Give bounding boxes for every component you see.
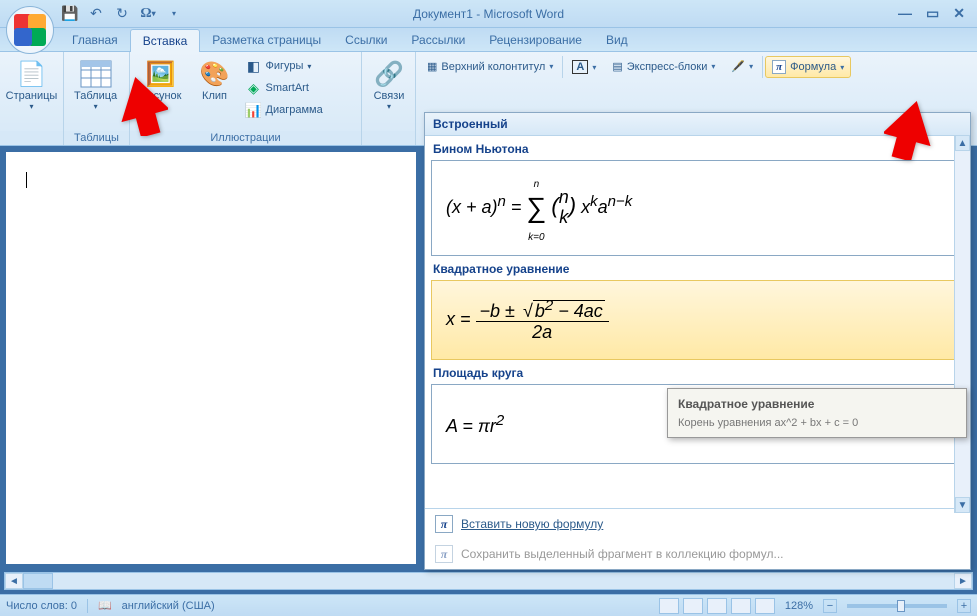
pi-icon: π (772, 60, 786, 74)
formula-circle: A = πr2 (446, 412, 504, 437)
smartart-icon: ◈ (246, 80, 262, 96)
header-icon: ▦ (427, 60, 437, 73)
tab-references[interactable]: Ссылки (333, 29, 399, 51)
word-count[interactable]: Число слов: 0 (6, 600, 77, 612)
scroll-thumb[interactable] (23, 573, 53, 589)
gallery-list[interactable]: Бином Ньютона (x + a)n = n∑k=0 (nk) xkan… (425, 136, 970, 508)
print-layout-view[interactable] (659, 598, 679, 614)
header-button[interactable]: ▦Верхний колонтитул▾ (420, 56, 560, 77)
office-button[interactable] (6, 6, 54, 54)
zoom-in-button[interactable]: + (957, 599, 971, 613)
pi-icon: π (435, 515, 453, 533)
horizontal-scrollbar[interactable]: ◄ ► (4, 572, 973, 590)
links-label: Связи (374, 90, 405, 102)
save-selection[interactable]: πСохранить выделенный фрагмент в коллекц… (425, 539, 970, 569)
pi-save-icon: π (435, 545, 453, 563)
status-bar: Число слов: 0 📖 английский (США) 128% − … (0, 594, 977, 616)
quickparts-icon: ▤ (612, 60, 622, 73)
scroll-right-icon[interactable]: ► (954, 573, 972, 589)
chart-icon: 📊 (246, 102, 262, 118)
textbox-icon: A (572, 60, 588, 74)
clip-label: Клип (202, 90, 227, 102)
formula-quadratic: x = −b ± b2 − 4ac2a (446, 297, 609, 343)
draft-view[interactable] (755, 598, 775, 614)
links-icon: 🔗 (373, 58, 405, 90)
equation-gallery: Встроенный Бином Ньютона (x + a)n = n∑k=… (424, 112, 971, 570)
scroll-down-icon[interactable]: ▼ (955, 497, 970, 513)
gallery-scrollbar[interactable]: ▲ ▼ (954, 135, 970, 513)
spellcheck-icon[interactable]: 📖 (98, 599, 112, 612)
tooltip-title: Квадратное уравнение (678, 397, 956, 411)
page-icon: 📄 (16, 58, 48, 90)
save-icon[interactable]: 💾 (60, 4, 80, 24)
redo-icon[interactable]: ↻ (112, 4, 132, 24)
tab-layout[interactable]: Разметка страницы (200, 29, 333, 51)
gallery-item-binomial[interactable]: (x + a)n = n∑k=0 (nk) xkan−k (431, 160, 964, 256)
outline-view[interactable] (731, 598, 751, 614)
smartart-button[interactable]: ◈SmartArt (242, 78, 327, 98)
clip-button[interactable]: 🎨 Клип (190, 54, 240, 106)
tab-review[interactable]: Рецензирование (477, 29, 594, 51)
gallery-item-title: Квадратное уравнение (431, 256, 964, 280)
window-title: Документ1 - Microsoft Word (413, 7, 564, 21)
tab-mailings[interactable]: Рассылки (399, 29, 477, 51)
page[interactable] (6, 152, 416, 564)
tooltip-body: Корень уравнения ax^2 + bx + c = 0 (678, 417, 956, 429)
pages-label: Страницы (6, 90, 58, 102)
chart-button[interactable]: 📊Диаграмма (242, 100, 327, 120)
wordart-icon: 🖋️ (731, 60, 745, 73)
fullscreen-view[interactable] (683, 598, 703, 614)
insert-new-formula[interactable]: πВставить новую формулу (425, 509, 970, 539)
tab-insert[interactable]: Вставка (130, 29, 201, 52)
gallery-item-title: Площадь круга (431, 360, 964, 384)
table-label: Таблица (74, 90, 117, 102)
quickparts-button[interactable]: ▤Экспресс-блоки▾ (605, 56, 722, 77)
omega-icon[interactable]: Ω▾ (138, 4, 158, 24)
language-indicator[interactable]: английский (США) (122, 600, 215, 612)
wordart-button[interactable]: 🖋️▾ (724, 56, 760, 77)
undo-icon[interactable]: ↶ (86, 4, 106, 24)
gallery-item-quadratic[interactable]: x = −b ± b2 − 4ac2a (431, 280, 964, 360)
minimize-button[interactable]: — (898, 5, 912, 22)
close-button[interactable]: ✕ (953, 5, 965, 22)
text-cursor (26, 172, 27, 188)
shapes-icon: ◧ (246, 58, 262, 74)
formula-button[interactable]: πФормула▾ (765, 56, 851, 78)
titlebar: 💾 ↶ ↻ Ω▾ ▾ Документ1 - Microsoft Word — … (0, 0, 977, 28)
tab-home[interactable]: Главная (60, 29, 130, 51)
tooltip: Квадратное уравнение Корень уравнения ax… (667, 388, 967, 438)
tab-view[interactable]: Вид (594, 29, 640, 51)
links-button[interactable]: 🔗 Связи ▾ (364, 54, 414, 115)
scroll-left-icon[interactable]: ◄ (5, 573, 23, 589)
ribbon-tabs: Главная Вставка Разметка страницы Ссылки… (0, 28, 977, 52)
scroll-up-icon[interactable]: ▲ (955, 135, 970, 151)
red-arrow-annotation (118, 76, 168, 141)
table-icon (80, 58, 112, 90)
table-button[interactable]: Таблица ▾ (66, 54, 125, 115)
zoom-level[interactable]: 128% (785, 600, 813, 612)
maximize-button[interactable]: ▭ (926, 5, 939, 22)
shapes-button[interactable]: ◧Фигуры ▾ (242, 56, 327, 76)
clip-icon: 🎨 (199, 58, 231, 90)
formula-binomial: (x + a)n = n∑k=0 (nk) xkan−k (446, 171, 632, 245)
qat-customize-icon[interactable]: ▾ (164, 4, 184, 24)
gallery-footer: πВставить новую формулу πСохранить выдел… (425, 508, 970, 569)
textbox-button[interactable]: A▾ (565, 56, 603, 78)
web-view[interactable] (707, 598, 727, 614)
zoom-out-button[interactable]: − (823, 599, 837, 613)
quick-access-toolbar: 💾 ↶ ↻ Ω▾ ▾ (60, 4, 184, 24)
zoom-slider[interactable] (847, 604, 947, 608)
pages-button[interactable]: 📄 Страницы ▾ (2, 54, 61, 115)
red-arrow-annotation (884, 100, 934, 165)
